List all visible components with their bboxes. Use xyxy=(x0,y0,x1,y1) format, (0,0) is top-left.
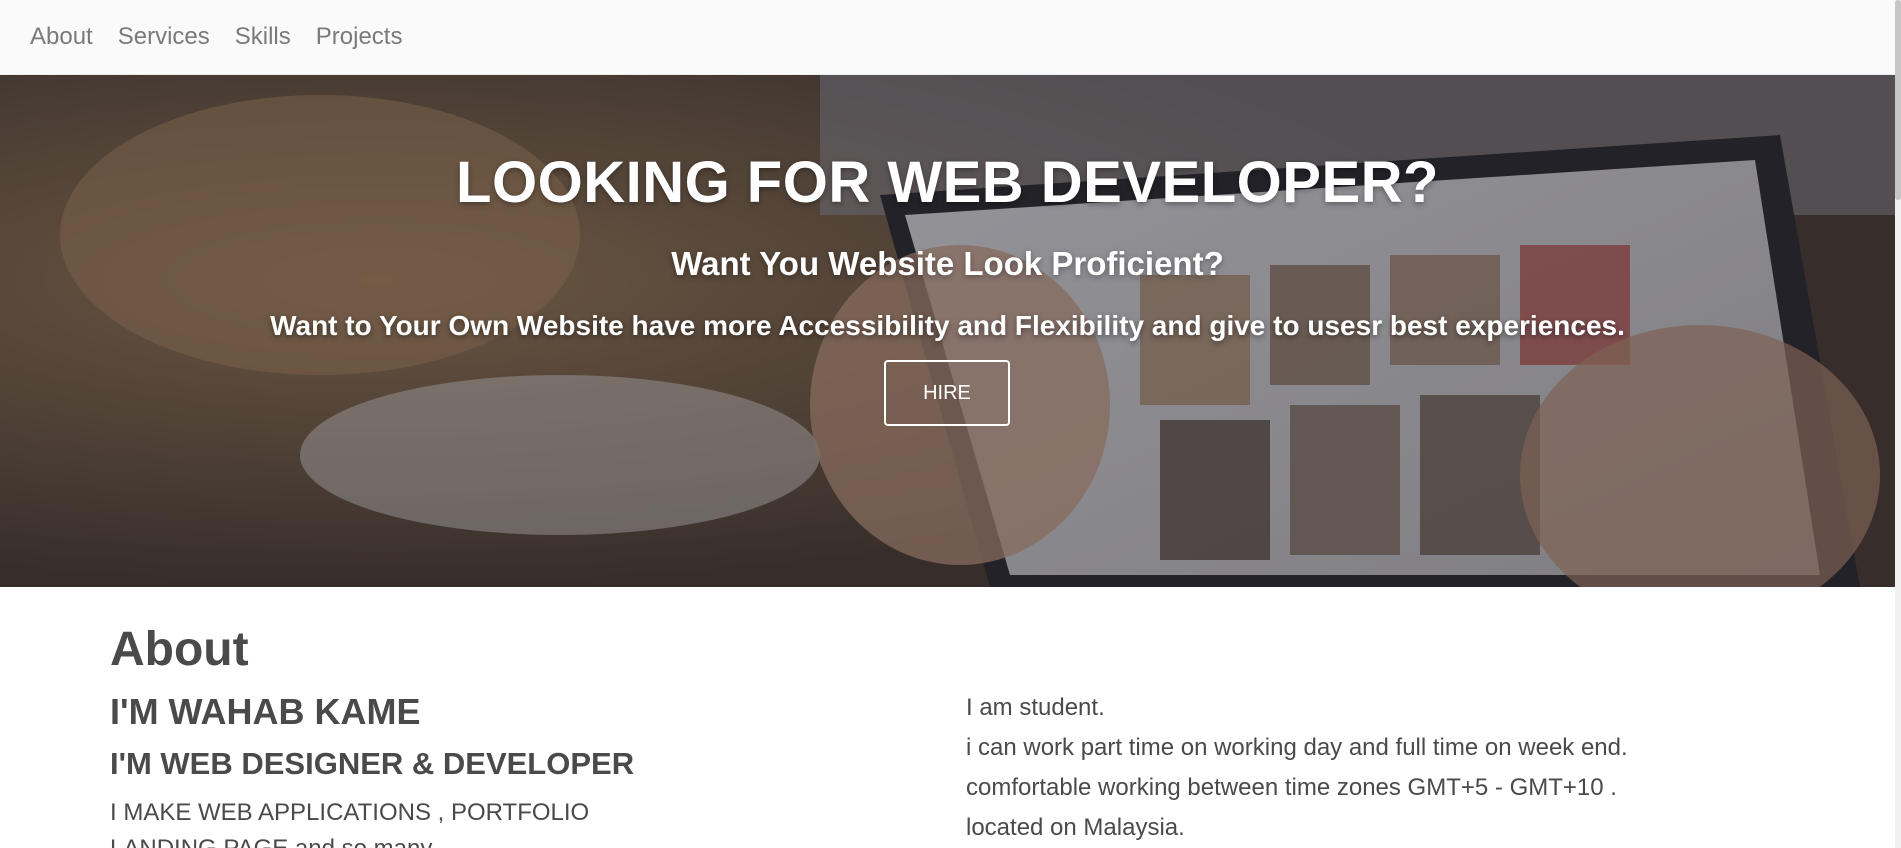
hero-title: LOOKING FOR WEB DEVELOPER? xyxy=(456,150,1439,215)
nav-link-projects[interactable]: Projects xyxy=(316,23,403,51)
hire-button[interactable]: HIRE xyxy=(884,360,1010,426)
hero-content: LOOKING FOR WEB DEVELOPER? Want You Webs… xyxy=(0,75,1895,587)
page-scrollbar[interactable] xyxy=(1895,0,1901,848)
about-name: I'M WAHAB KAME xyxy=(110,691,421,732)
hero-text: Want to Your Own Website have more Acces… xyxy=(270,310,1625,341)
about-info-line: comfortable working between time zones G… xyxy=(966,774,1617,801)
nav-link-services[interactable]: Services xyxy=(118,23,210,51)
about-info-line: I am student. xyxy=(966,694,1105,721)
scrollbar-thumb[interactable] xyxy=(1895,0,1901,200)
about-info-line: i can work part time on working day and … xyxy=(966,734,1628,761)
hero-subtitle: Want You Website Look Proficient? xyxy=(671,245,1224,282)
nav-link-skills[interactable]: Skills xyxy=(235,23,291,51)
about-info-line: located on Malaysia. xyxy=(966,814,1185,841)
top-navbar: About Services Skills Projects xyxy=(0,0,1895,75)
about-info: I am student. i can work part time on wo… xyxy=(966,688,1628,848)
nav-link-about[interactable]: About xyxy=(30,23,93,51)
about-description: I MAKE WEB APPLICATIONS , PORTFOLIO LAND… xyxy=(110,799,590,848)
about-heading: About xyxy=(110,623,249,676)
hero-section: LOOKING FOR WEB DEVELOPER? Want You Webs… xyxy=(0,75,1895,587)
about-role: I'M WEB DESIGNER & DEVELOPER xyxy=(110,746,635,781)
